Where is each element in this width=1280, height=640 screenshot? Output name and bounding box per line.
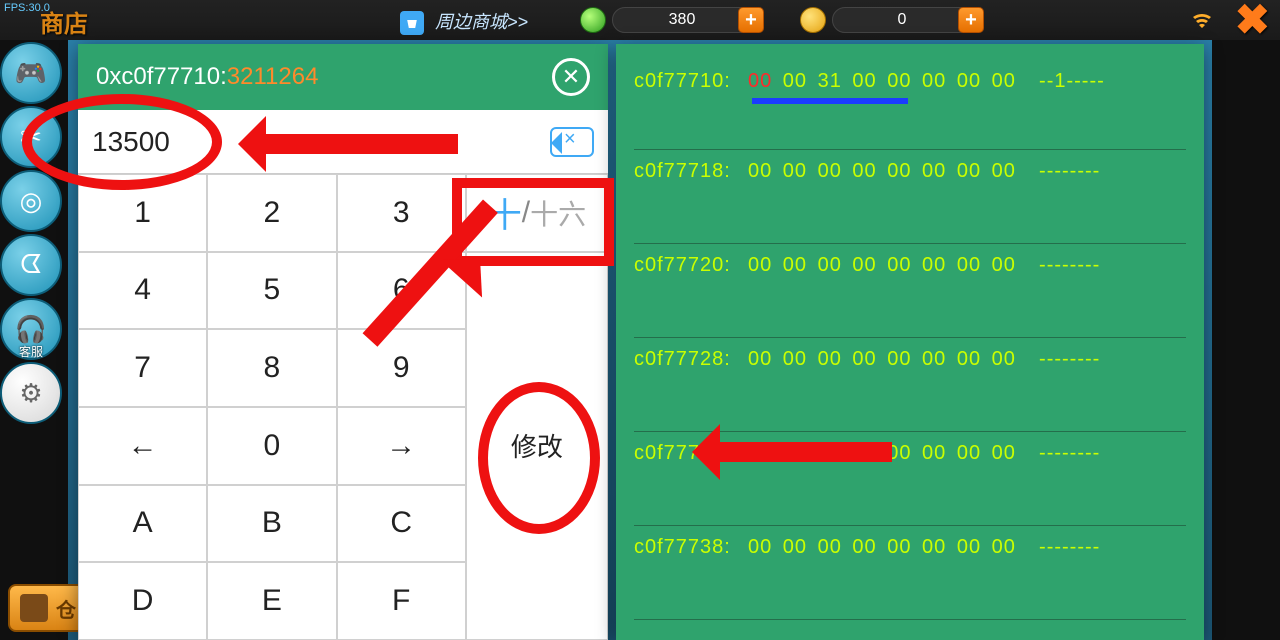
add-gold-currency-button[interactable]: + — [958, 7, 984, 33]
headset-icon: 🎧 — [15, 314, 47, 345]
key-modify[interactable]: 修改 — [466, 252, 608, 640]
editor-address-hex: 0xc0f77710: — [96, 63, 227, 91]
key-8[interactable]: 8 — [207, 329, 336, 407]
mall-link[interactable]: 周边商城>> — [400, 8, 528, 35]
selection-underline — [752, 98, 908, 104]
green-coin-icon — [580, 7, 606, 33]
key-0[interactable]: 0 — [207, 407, 336, 485]
key-3[interactable]: 3 — [337, 174, 466, 252]
memory-row[interactable]: c0f77738: 00 00 00 00 00 00 00 00 ------… — [634, 526, 1186, 620]
key-2[interactable]: 2 — [207, 174, 336, 252]
key-D[interactable]: D — [78, 562, 207, 640]
pacman-icon: ᗧ — [20, 249, 42, 281]
mall-icon — [400, 11, 424, 35]
mall-link-label: 周边商城>> — [435, 12, 528, 32]
key-left[interactable]: ← — [78, 407, 207, 485]
editor-header: 0xc0f77710: 3211264 ✕ — [78, 44, 608, 110]
memory-row[interactable]: c0f77720: 00 00 00 00 00 00 00 00 ------… — [634, 244, 1186, 338]
add-green-currency-button[interactable]: + — [738, 7, 764, 33]
dec-label: 十 — [488, 188, 522, 237]
currency-gold-value: 0 — [832, 7, 972, 33]
sidebar-item-gamepad[interactable]: 🎮 — [0, 42, 62, 104]
value-editor-panel: 0xc0f77710: 3211264 ✕ 13500 1 2 3 十/十六 4… — [78, 44, 608, 640]
editor-input-row: 13500 — [78, 110, 608, 174]
editor-input-value[interactable]: 13500 — [92, 126, 550, 158]
key-9[interactable]: 9 — [337, 329, 466, 407]
crop-icon: ✂ — [20, 122, 42, 153]
sidebar: 🎮 ✂ ◎ ᗧ 🎧客服 ⚙ — [0, 40, 70, 640]
warehouse-label: 仓 — [56, 594, 76, 623]
backspace-button[interactable] — [550, 127, 594, 157]
key-C[interactable]: C — [337, 485, 466, 563]
shop-title: 商店 — [40, 4, 88, 39]
editor-close-button[interactable]: ✕ — [552, 58, 590, 96]
key-dec-hex-toggle[interactable]: 十/十六 — [466, 174, 608, 252]
close-button[interactable]: ✖ — [1235, 0, 1270, 40]
sidebar-item-crop[interactable]: ✂ — [0, 106, 62, 168]
keypad: 1 2 3 十/十六 4 5 6 修改 7 8 9 ← 0 → A B C D … — [78, 174, 608, 640]
key-A[interactable]: A — [78, 485, 207, 563]
hex-label: 十六 — [530, 193, 586, 233]
key-5[interactable]: 5 — [207, 252, 336, 330]
signal-icon — [1190, 8, 1214, 32]
sidebar-item-label: 客服 — [2, 343, 60, 360]
memory-viewer-panel[interactable]: c0f77710: 00 00 31 00 00 00 00 00 --1---… — [616, 44, 1204, 640]
key-E[interactable]: E — [207, 562, 336, 640]
sidebar-item-settings[interactable]: ⚙ — [0, 362, 62, 424]
editor-address-dec: 3211264 — [227, 63, 319, 91]
key-4[interactable]: 4 — [78, 252, 207, 330]
box-icon — [20, 594, 48, 622]
currency-green-value: 380 — [612, 7, 752, 33]
key-F[interactable]: F — [337, 562, 466, 640]
currency-gold: 0 + — [800, 6, 984, 34]
memory-row[interactable]: c0f77718: 00 00 00 00 00 00 00 00 ------… — [634, 150, 1186, 244]
search-icon: ◎ — [20, 186, 43, 217]
key-6[interactable]: 6 — [337, 252, 466, 330]
key-1[interactable]: 1 — [78, 174, 207, 252]
memory-row[interactable]: c0f77730: 00 00 00 00 00 00 00 00 ------… — [634, 432, 1186, 526]
sidebar-item-pacman[interactable]: ᗧ — [0, 234, 62, 296]
key-B[interactable]: B — [207, 485, 336, 563]
memory-row[interactable]: c0f77710: 00 00 31 00 00 00 00 00 --1---… — [634, 70, 1186, 150]
gold-coin-icon — [800, 7, 826, 33]
key-right[interactable]: → — [337, 407, 466, 485]
memory-row[interactable]: c0f77728: 00 00 00 00 00 00 00 00 ------… — [634, 338, 1186, 432]
key-7[interactable]: 7 — [78, 329, 207, 407]
gear-icon: ⚙ — [19, 378, 42, 409]
sidebar-item-search[interactable]: ◎ — [0, 170, 62, 232]
gamepad-icon: 🎮 — [15, 58, 47, 89]
sidebar-item-support[interactable]: 🎧客服 — [0, 298, 62, 360]
top-bar: FPS:30.0 商店 周边商城>> 380 + 0 + ✖ — [0, 0, 1280, 40]
currency-green: 380 + — [580, 6, 764, 34]
